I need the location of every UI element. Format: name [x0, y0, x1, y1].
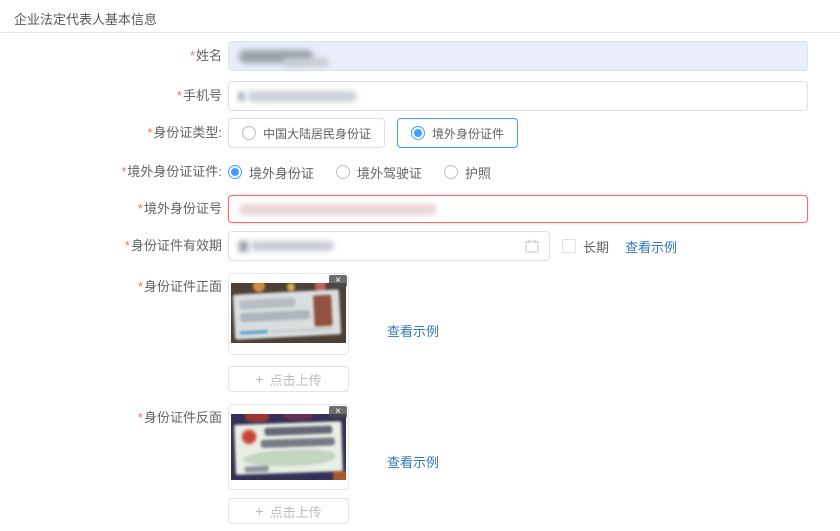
close-icon[interactable]: × — [329, 406, 347, 418]
required-mark: * — [147, 125, 152, 140]
validity-row: *身份证件有效期 长期 查看示例 — [0, 231, 677, 261]
radio-checked-icon[interactable] — [411, 126, 425, 140]
required-mark: * — [121, 164, 126, 179]
overseas-doc-option-id[interactable]: 境外身份证 — [228, 163, 314, 182]
id-front-row: *身份证件正面 × — [0, 273, 439, 392]
id-back-row: *身份证件反面 × — [0, 404, 439, 524]
legal-representative-form-panel: 企业法定代表人基本信息 *姓名 *手机号 *身份证类型: 中国大陆居民身份证 — [0, 0, 840, 531]
id-back-label: *身份证件反面 — [0, 410, 222, 426]
id-type-option-overseas[interactable]: 境外身份证件 — [397, 118, 518, 148]
id-back-upload-button[interactable]: + 点击上传 — [228, 498, 349, 524]
phone-input[interactable] — [228, 81, 808, 111]
id-type-row: *身份证类型: 中国大陆居民身份证 境外身份证件 — [0, 118, 518, 148]
redacted-name-value-2 — [283, 58, 329, 67]
title-divider — [0, 32, 840, 33]
id-type-option-mainland[interactable]: 中国大陆居民身份证 — [228, 118, 385, 148]
overseas-doc-type-label: *境外身份证证件: — [0, 164, 222, 180]
name-row: *姓名 — [0, 41, 808, 71]
overseas-id-number-input[interactable] — [228, 195, 808, 223]
required-mark: * — [138, 279, 143, 294]
id-front-photo — [231, 283, 346, 343]
radio-checked-icon[interactable] — [228, 165, 242, 179]
id-back-photo — [231, 414, 346, 480]
long-term-label: 长期 — [583, 237, 609, 256]
overseas-doc-option-passport[interactable]: 护照 — [444, 163, 491, 182]
name-label: *姓名 — [0, 48, 222, 64]
overseas-doc-option-driver[interactable]: 境外驾驶证 — [336, 163, 422, 182]
phone-row: *手机号 — [0, 81, 808, 111]
required-mark: * — [138, 410, 143, 425]
plus-icon: + — [255, 503, 263, 519]
required-mark: * — [190, 48, 195, 63]
redacted-id-number-value — [239, 204, 437, 215]
phone-label: *手机号 — [0, 88, 222, 104]
overseas-id-number-row: *境外身份证号 — [0, 195, 808, 223]
id-back-example-link[interactable]: 查看示例 — [387, 452, 439, 471]
overseas-id-number-label: *境外身份证号 — [0, 201, 222, 217]
overseas-doc-type-row: *境外身份证证件: 境外身份证 境外驾驶证 护照 — [0, 161, 491, 183]
id-front-preview-card[interactable]: × — [228, 273, 349, 355]
id-front-upload-button[interactable]: + 点击上传 — [228, 366, 349, 392]
validity-date-input[interactable] — [228, 231, 550, 261]
required-mark: * — [125, 238, 130, 253]
plus-icon: + — [255, 371, 263, 387]
panel-title: 企业法定代表人基本信息 — [14, 9, 157, 28]
id-front-label: *身份证件正面 — [0, 279, 222, 295]
name-input[interactable] — [228, 41, 808, 71]
radio-unchecked-icon[interactable] — [242, 126, 256, 140]
redacted-phone-tick — [239, 92, 244, 101]
close-icon[interactable]: × — [329, 275, 347, 287]
redacted-date-start — [239, 241, 248, 252]
radio-unchecked-icon[interactable] — [336, 165, 350, 179]
required-mark: * — [177, 88, 182, 103]
redacted-date-value — [250, 241, 334, 251]
validity-example-link[interactable]: 查看示例 — [625, 237, 677, 256]
redacted-phone-value — [247, 91, 357, 102]
id-front-example-link[interactable]: 查看示例 — [387, 321, 439, 340]
validity-label: *身份证件有效期 — [0, 238, 222, 254]
required-mark: * — [138, 201, 143, 216]
id-type-label: *身份证类型: — [0, 125, 222, 141]
id-back-preview-card[interactable]: × — [228, 404, 349, 490]
radio-unchecked-icon[interactable] — [444, 165, 458, 179]
calendar-icon — [525, 239, 539, 253]
long-term-checkbox[interactable] — [562, 239, 576, 253]
